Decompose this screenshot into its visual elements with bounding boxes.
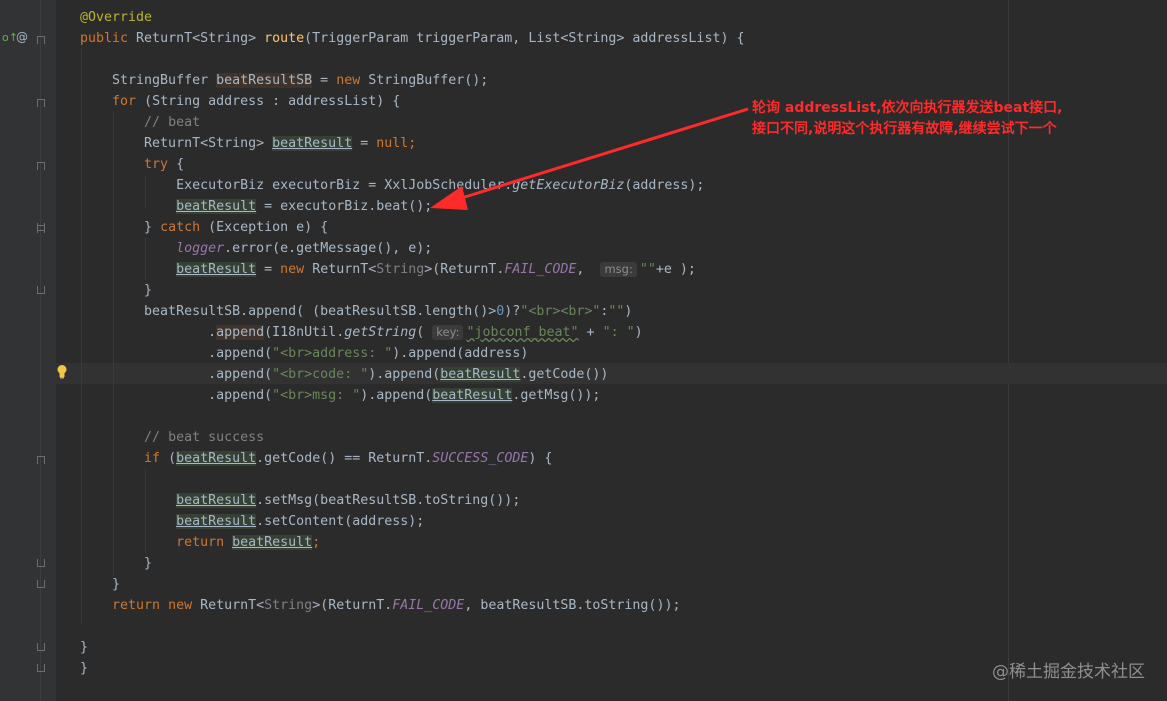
annotation-text: 轮询 addressList,依次向执行器发送beat接口, 接口不同,说明这个…	[752, 98, 1062, 140]
watermark: @稀土掘金技术社区	[992, 662, 1145, 682]
annotation-arrow-head	[430, 186, 468, 210]
annotation-line-2: 接口不同,说明这个执行器有故障,继续尝试下一个	[752, 121, 1057, 137]
annotation-arrow-shaft	[451, 107, 749, 203]
annotation-line-1: 轮询 addressList,依次向执行器发送beat接口,	[752, 100, 1063, 116]
